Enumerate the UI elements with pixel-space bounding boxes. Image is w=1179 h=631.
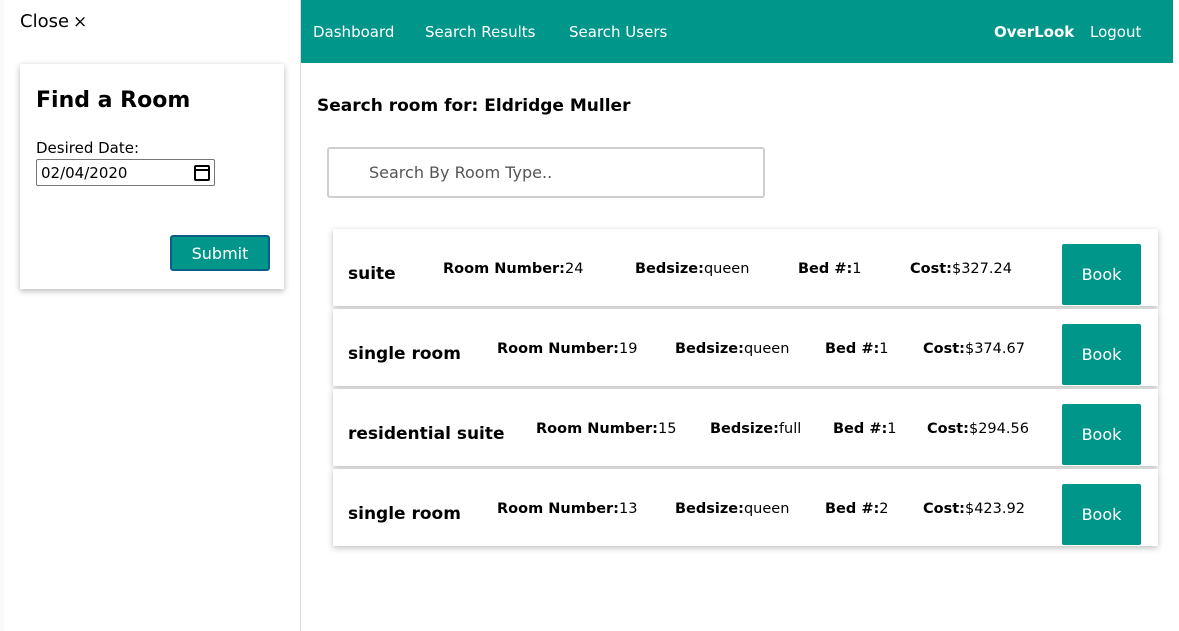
- room-type: single room: [348, 344, 461, 364]
- nav-link-search-results[interactable]: Search Results: [425, 23, 535, 41]
- desired-date-value: 02/04/2020: [41, 163, 128, 182]
- bedsize-label: Bedsize:: [710, 421, 779, 437]
- room-card: suite Room Number:24 Bedsize:queen Bed #…: [333, 229, 1158, 306]
- book-button[interactable]: Book: [1062, 484, 1141, 545]
- room-card: single room Room Number:19 Bedsize:queen…: [333, 309, 1158, 386]
- cost-value: $374.67: [964, 341, 1025, 357]
- find-room-title: Find a Room: [36, 88, 191, 113]
- cost-label: Cost:: [927, 421, 969, 437]
- room-number-label: Room Number:: [497, 341, 619, 357]
- cost-field: Cost:$423.92: [923, 501, 1025, 517]
- room-card: single room Room Number:13 Bedsize:queen…: [333, 469, 1158, 546]
- cost-label: Cost:: [910, 261, 952, 277]
- nav-link-dashboard[interactable]: Dashboard: [313, 23, 394, 41]
- cost-value: $294.56: [968, 421, 1029, 437]
- cost-field: Cost:$294.56: [927, 421, 1029, 437]
- bedsize-field: Bedsize:queen: [635, 261, 749, 277]
- bed-count-field: Bed #:1: [833, 421, 897, 437]
- page-title: Search room for: Eldridge Muller: [317, 96, 631, 116]
- bed-count-label: Bed #:: [825, 341, 880, 357]
- room-number-field: Room Number:15: [536, 421, 676, 437]
- brand-logo[interactable]: OverLook: [994, 23, 1074, 41]
- bedsize-field: Bedsize:queen: [675, 501, 789, 517]
- bed-count-value: 1: [879, 341, 889, 357]
- room-type: residential suite: [348, 424, 505, 444]
- book-button[interactable]: Book: [1062, 324, 1141, 385]
- submit-button[interactable]: Submit: [170, 235, 270, 271]
- bed-count-label: Bed #:: [825, 501, 880, 517]
- bed-count-value: 2: [879, 501, 889, 517]
- bed-count-field: Bed #:1: [825, 341, 889, 357]
- cost-label: Cost:: [923, 341, 965, 357]
- room-number-field: Room Number:24: [443, 261, 583, 277]
- cost-value: $423.92: [964, 501, 1025, 517]
- bedsize-field: Bedsize:full: [710, 421, 801, 437]
- desired-date-input[interactable]: 02/04/2020: [36, 159, 215, 186]
- room-number-label: Room Number:: [536, 421, 658, 437]
- nav-link-search-users[interactable]: Search Users: [569, 23, 667, 41]
- bed-count-value: 1: [852, 261, 862, 277]
- cost-field: Cost:$374.67: [923, 341, 1025, 357]
- room-number-value: 13: [618, 501, 638, 517]
- bed-count-value: 1: [887, 421, 897, 437]
- sidebar: Close × Find a Room Desired Date: 02/04/2…: [4, 0, 301, 631]
- bedsize-value: queen: [743, 341, 790, 357]
- book-button[interactable]: Book: [1062, 244, 1141, 305]
- book-button[interactable]: Book: [1062, 404, 1141, 465]
- bedsize-label: Bedsize:: [635, 261, 704, 277]
- bed-count-field: Bed #:2: [825, 501, 889, 517]
- room-number-value: 19: [618, 341, 638, 357]
- cost-label: Cost:: [923, 501, 965, 517]
- bedsize-value: queen: [743, 501, 790, 517]
- bedsize-value: queen: [703, 261, 750, 277]
- logout-link[interactable]: Logout: [1090, 23, 1141, 41]
- bedsize-value: full: [778, 421, 802, 437]
- calendar-icon[interactable]: [194, 164, 210, 181]
- close-button[interactable]: Close ×: [20, 11, 87, 32]
- close-icon: ×: [73, 12, 88, 32]
- room-card: residential suite Room Number:15 Bedsize…: [333, 389, 1158, 466]
- room-number-field: Room Number:13: [497, 501, 637, 517]
- cost-field: Cost:$327.24: [910, 261, 1012, 277]
- bed-count-label: Bed #:: [798, 261, 853, 277]
- top-navbar: Dashboard Search Results Search Users Ov…: [301, 0, 1173, 63]
- room-number-value: 15: [657, 421, 677, 437]
- room-number-label: Room Number:: [497, 501, 619, 517]
- room-number-field: Room Number:19: [497, 341, 637, 357]
- room-type: single room: [348, 504, 461, 524]
- room-number-label: Room Number:: [443, 261, 565, 277]
- cost-value: $327.24: [951, 261, 1012, 277]
- bed-count-field: Bed #:1: [798, 261, 862, 277]
- room-type: suite: [348, 264, 396, 284]
- bedsize-label: Bedsize:: [675, 341, 744, 357]
- room-type-search-input[interactable]: [327, 147, 765, 198]
- bedsize-field: Bedsize:queen: [675, 341, 789, 357]
- bedsize-label: Bedsize:: [675, 501, 744, 517]
- find-room-card: Find a Room Desired Date: 02/04/2020 Sub…: [20, 64, 284, 289]
- bed-count-label: Bed #:: [833, 421, 888, 437]
- desired-date-label: Desired Date:: [36, 139, 140, 157]
- close-label: Close: [20, 11, 70, 32]
- room-number-value: 24: [564, 261, 584, 277]
